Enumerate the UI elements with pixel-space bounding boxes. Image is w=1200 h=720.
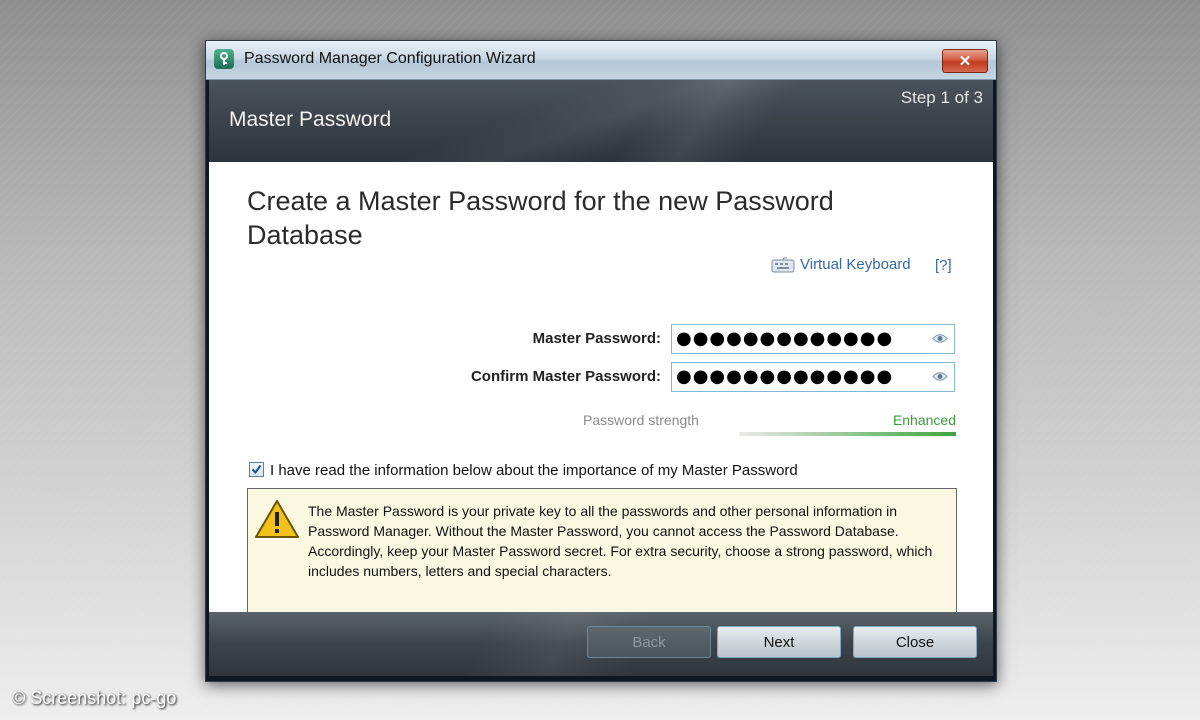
header-title: Master Password [229,108,392,131]
virtual-keyboard-link[interactable]: Virtual Keyboard [771,256,911,273]
password-strength-fill [739,432,956,436]
window-title: Password Manager Configuration Wizard [244,50,536,67]
checkmark-icon [251,464,262,475]
master-password-value: ●●●●●●●●●●●●● [676,328,894,349]
back-button[interactable]: Back [587,626,711,658]
password-strength-label: Password strength [583,412,699,428]
master-password-label: Master Password: [532,330,661,347]
next-button[interactable]: Next [717,626,841,658]
wizard-footer: Back Next Close [209,612,993,676]
confirm-password-label: Confirm Master Password: [470,368,661,385]
close-window-button[interactable]: ✕ [942,49,988,73]
close-button[interactable]: Close [853,626,977,658]
confirm-password-value: ●●●●●●●●●●●●● [676,366,894,387]
read-info-checkbox-label[interactable]: I have read the information below about … [270,462,798,479]
page-title: Create a Master Password for the new Pas… [247,186,834,250]
wizard-header: Master Password Step 1 of 3 [209,80,993,162]
help-link[interactable]: [?] [935,257,952,274]
app-key-icon [214,49,234,69]
password-strength-bar [739,432,956,436]
info-box: The Master Password is your private key … [247,488,957,628]
screenshot-credit: © Screenshot: pc-go [12,688,177,708]
password-strength-value: Enhanced [892,412,956,428]
warning-icon [255,500,299,538]
info-text: The Master Password is your private key … [308,503,933,579]
wizard-window: Password Manager Configuration Wizard ✕ … [205,40,997,682]
step-indicator: Step 1 of 3 [900,88,983,107]
read-info-checkbox[interactable] [249,462,264,477]
title-bar: Password Manager Configuration Wizard ✕ [206,41,996,80]
master-password-field[interactable]: ●●●●●●●●●●●●● [671,324,955,354]
wizard-content: Create a Master Password for the new Pas… [209,162,993,628]
virtual-keyboard-label: Virtual Keyboard [800,256,911,273]
confirm-password-field[interactable]: ●●●●●●●●●●●●● [671,362,955,392]
eye-icon[interactable] [932,371,948,382]
keyboard-icon [771,256,795,272]
close-icon: ✕ [958,53,972,70]
eye-icon[interactable] [932,333,948,344]
